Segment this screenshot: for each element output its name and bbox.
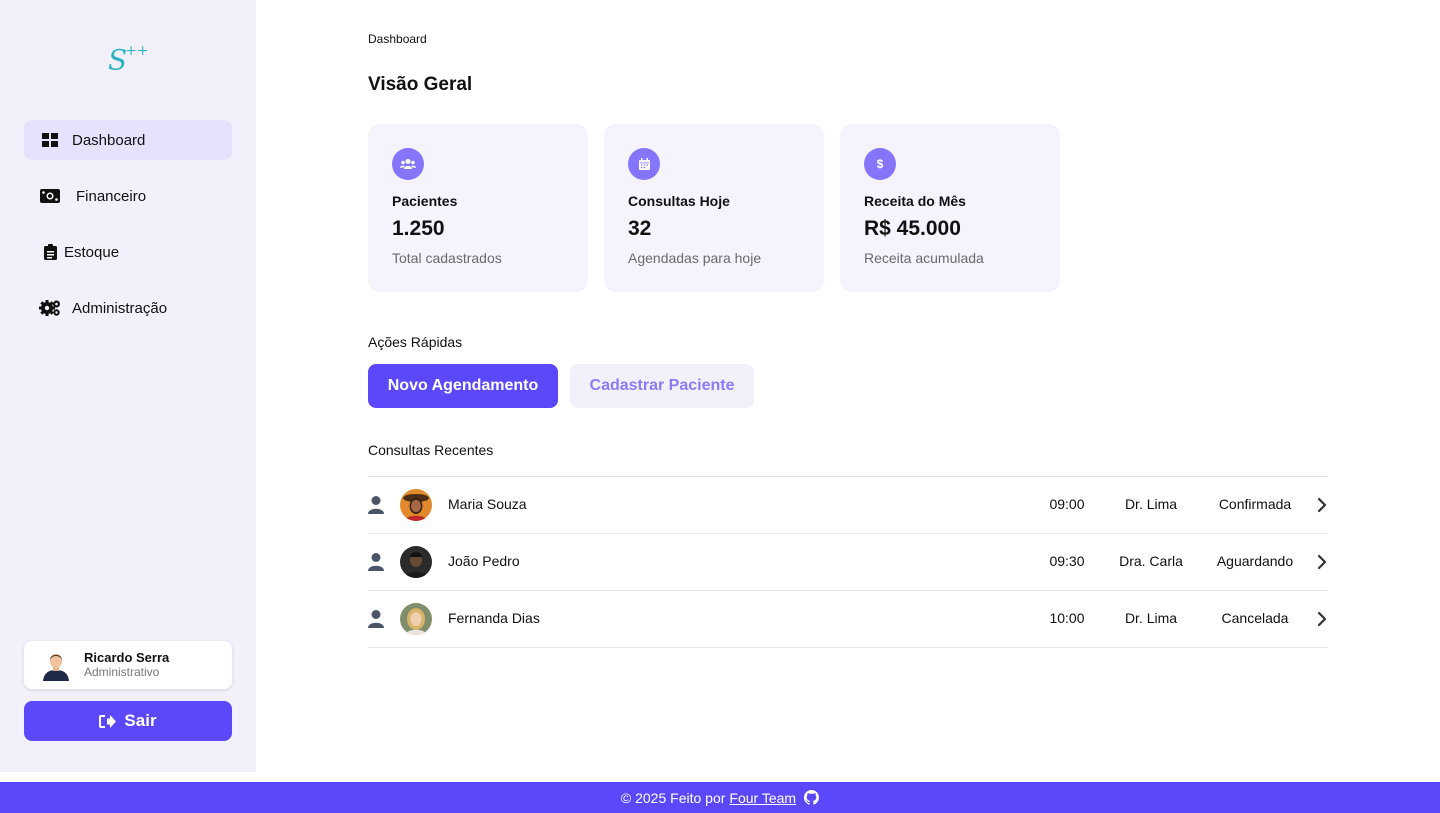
footer-text: © 2025 Feito por xyxy=(620,789,726,806)
stat-card-consultas: Consultas Hoje 32 Agendadas para hoje xyxy=(604,124,824,292)
stat-subtitle: Receita acumulada xyxy=(864,250,984,266)
clipboard-icon xyxy=(38,240,62,264)
breadcrumb[interactable]: Dashboard xyxy=(368,32,427,46)
recent-consultations-table: Maria Souza 09:00 Dr. Lima Confirmada Jo… xyxy=(368,476,1328,648)
doctor-name: Dra. Carla xyxy=(1119,553,1183,569)
stat-value: 32 xyxy=(628,217,652,240)
register-patient-button[interactable]: Cadastrar Paciente xyxy=(570,364,754,408)
stat-title: Pacientes xyxy=(392,193,458,209)
sidebar-item-label: Administração xyxy=(72,299,168,317)
status-text: Confirmada xyxy=(1218,496,1292,512)
page-title: Visão Geral xyxy=(368,74,473,95)
sidebar-item-dashboard[interactable]: Dashboard xyxy=(24,120,232,160)
sidebar-item-estoque[interactable]: Estoque xyxy=(24,232,232,272)
new-appointment-button[interactable]: Novo Agendamento xyxy=(368,364,558,408)
chevron-right-icon[interactable] xyxy=(1316,611,1328,627)
chevron-right-icon[interactable] xyxy=(1316,554,1328,570)
github-icon[interactable] xyxy=(804,790,820,805)
status-text: Cancelada xyxy=(1221,610,1289,626)
doctor-name: Dr. Lima xyxy=(1124,496,1178,512)
app-logo[interactable]: S++ xyxy=(108,38,149,76)
recent-consultations-label: Consultas Recentes xyxy=(368,442,494,458)
doctor-name: Dr. Lima xyxy=(1124,610,1178,626)
sidebar: S++ Dashboard Financeiro Estoque Adminis… xyxy=(0,0,256,772)
user-role: Administrativo xyxy=(84,665,160,679)
chevron-right-icon[interactable] xyxy=(1316,497,1328,513)
table-row[interactable]: Maria Souza 09:00 Dr. Lima Confirmada xyxy=(368,477,1328,534)
grid-icon xyxy=(38,128,62,152)
stat-title: Receita do Mês xyxy=(864,193,966,209)
appointment-time: 09:30 xyxy=(1049,553,1085,569)
money-bill-icon xyxy=(38,184,62,208)
stat-card-receita: $ Receita do Mês R$ 45.000 Receita acumu… xyxy=(840,124,1060,292)
stat-value: R$ 45.000 xyxy=(864,217,961,240)
user-card[interactable]: Ricardo Serra Administrativo xyxy=(24,641,232,689)
stat-subtitle: Agendadas para hoje xyxy=(628,250,762,266)
user-icon xyxy=(368,610,384,628)
logout-label: Sair xyxy=(124,711,157,730)
users-icon xyxy=(392,148,424,180)
patient-avatar xyxy=(400,603,432,635)
gears-icon xyxy=(38,296,62,320)
status-text: Aguardando xyxy=(1216,553,1294,569)
table-row[interactable]: João Pedro 09:30 Dra. Carla Aguardando xyxy=(368,534,1328,591)
user-avatar xyxy=(40,649,72,681)
patient-avatar xyxy=(400,546,432,578)
sidebar-item-administracao[interactable]: Administração xyxy=(24,288,232,328)
footer: © 2025 Feito por Four Team xyxy=(0,782,1440,813)
patient-avatar xyxy=(400,489,432,521)
sidebar-item-label: Financeiro xyxy=(76,187,147,205)
logout-button[interactable]: Sair xyxy=(24,701,232,741)
user-icon xyxy=(368,553,384,571)
patient-name: João Pedro xyxy=(448,553,520,569)
table-row[interactable]: Fernanda Dias 10:00 Dr. Lima Cancelada xyxy=(368,591,1328,648)
quick-actions-label: Ações Rápidas xyxy=(368,334,463,350)
patient-name: Maria Souza xyxy=(448,496,527,512)
stat-value: 1.250 xyxy=(392,217,445,240)
stat-subtitle: Total cadastrados xyxy=(392,250,502,266)
user-icon xyxy=(368,496,384,514)
calendar-icon xyxy=(628,148,660,180)
sign-out-icon xyxy=(99,714,117,729)
stat-card-pacientes: Pacientes 1.250 Total cadastrados xyxy=(368,124,588,292)
user-name: Ricardo Serra xyxy=(84,650,170,665)
footer-team-link[interactable]: Four Team xyxy=(729,790,796,806)
dollar-icon: $ xyxy=(864,148,896,180)
patient-name: Fernanda Dias xyxy=(448,610,540,626)
appointment-time: 10:00 xyxy=(1049,610,1085,626)
sidebar-item-label: Dashboard xyxy=(72,131,146,149)
sidebar-item-financeiro[interactable]: Financeiro xyxy=(24,176,232,216)
stat-title: Consultas Hoje xyxy=(628,193,730,209)
sidebar-item-label: Estoque xyxy=(64,243,120,261)
appointment-time: 09:00 xyxy=(1049,496,1085,512)
